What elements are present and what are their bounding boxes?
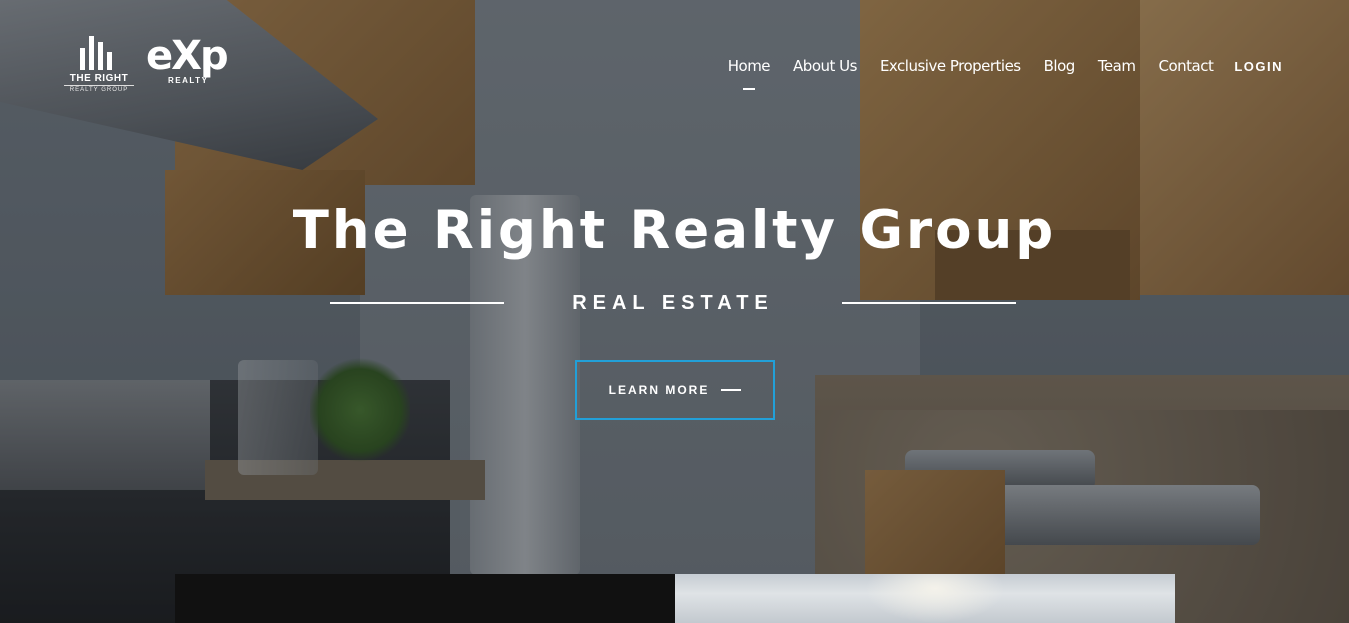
tagline-divider-right: [842, 302, 1016, 304]
main-nav: Home About Us Exclusive Properties Blog …: [705, 57, 1283, 90]
nav-item-blog[interactable]: Blog: [1044, 57, 1076, 75]
right-realty-logo[interactable]: THE RIGHT REALTY GROUP: [64, 32, 134, 94]
nav-item-home[interactable]: Home: [728, 57, 771, 90]
feature-card-photo: [675, 574, 1175, 623]
card-photo-highlight: [865, 574, 1005, 623]
exp-logo-sub: REALTY: [168, 76, 209, 85]
exp-realty-logo[interactable]: eXp REALTY: [146, 32, 230, 94]
login-link[interactable]: LOGIN: [1234, 59, 1283, 74]
exp-logo-word: eXp: [146, 33, 229, 79]
nav-item-contact[interactable]: Contact: [1158, 57, 1213, 75]
nav-item-team[interactable]: Team: [1098, 57, 1136, 75]
feature-card-dark: [175, 574, 675, 623]
nav-item-about-us[interactable]: About Us: [793, 57, 857, 75]
site-logo[interactable]: THE RIGHT REALTY GROUP eXp REALTY: [64, 32, 230, 94]
logo-subname: REALTY GROUP: [64, 85, 134, 93]
logo-name: THE RIGHT: [69, 73, 129, 84]
hero-title: The Right Realty Group: [292, 200, 1057, 261]
nav-item-exclusive-properties[interactable]: Exclusive Properties: [880, 57, 1021, 75]
building-icon: [80, 34, 112, 70]
dash-arrow-icon: [721, 389, 742, 391]
learn-more-button[interactable]: LEARN MORE: [575, 360, 775, 420]
learn-more-label: LEARN MORE: [608, 383, 710, 397]
hero-tagline-row: REAL ESTATE: [330, 290, 1016, 318]
